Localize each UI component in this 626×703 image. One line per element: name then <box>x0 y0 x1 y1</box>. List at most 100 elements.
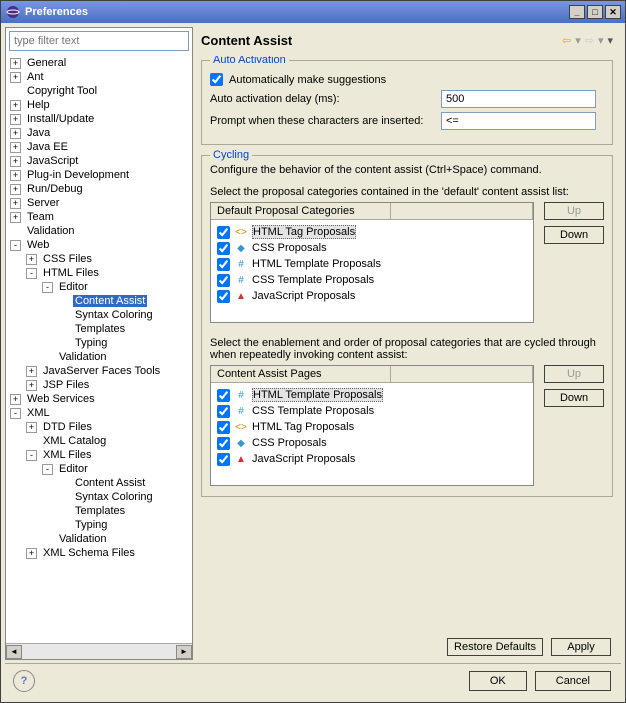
table-row[interactable]: ▲JavaScript Proposals <box>213 451 531 467</box>
collapse-icon[interactable]: - <box>10 240 21 251</box>
scroll-track[interactable] <box>22 645 176 659</box>
table-row[interactable]: #CSS Template Proposals <box>213 272 531 288</box>
tree-item[interactable]: Typing <box>6 518 192 532</box>
expand-icon[interactable]: + <box>10 156 21 167</box>
delay-input[interactable] <box>441 90 596 108</box>
tree-item[interactable]: -XML Files <box>6 448 192 462</box>
expand-icon[interactable]: + <box>26 366 37 377</box>
expand-icon[interactable]: + <box>10 142 21 153</box>
expand-icon[interactable]: + <box>10 128 21 139</box>
expand-icon[interactable]: + <box>10 58 21 69</box>
expand-icon[interactable]: + <box>26 380 37 391</box>
back-icon[interactable]: ⇦ <box>562 34 571 47</box>
table-row[interactable]: #HTML Template Proposals <box>213 256 531 272</box>
horizontal-scrollbar[interactable]: ◄ ► <box>6 643 192 659</box>
defaults-up-button[interactable]: Up <box>544 202 604 220</box>
tree-item[interactable]: +Java EE <box>6 140 192 154</box>
minimize-button[interactable]: _ <box>569 5 585 19</box>
expand-icon[interactable]: + <box>26 548 37 559</box>
proposal-checkbox[interactable] <box>217 405 230 418</box>
tree-item[interactable]: +Run/Debug <box>6 182 192 196</box>
table-row[interactable]: #CSS Template Proposals <box>213 403 531 419</box>
close-button[interactable]: ✕ <box>605 5 621 19</box>
tree-item[interactable]: +CSS Files <box>6 252 192 266</box>
tree-item[interactable]: +Ant <box>6 70 192 84</box>
expand-icon[interactable]: + <box>10 198 21 209</box>
proposal-checkbox[interactable] <box>217 226 230 239</box>
collapse-icon[interactable]: - <box>10 408 21 419</box>
cancel-button[interactable]: Cancel <box>535 671 611 691</box>
tree-item[interactable]: Typing <box>6 336 192 350</box>
tree-item[interactable]: -Web <box>6 238 192 252</box>
tree-item[interactable]: +Install/Update <box>6 112 192 126</box>
tree-item[interactable]: Validation <box>6 350 192 364</box>
tree-item[interactable]: Content Assist <box>6 476 192 490</box>
table-row[interactable]: ◆CSS Proposals <box>213 240 531 256</box>
tree-item[interactable]: +Server <box>6 196 192 210</box>
forward-menu-icon[interactable]: ▾ <box>598 34 604 47</box>
expand-icon[interactable]: + <box>10 100 21 111</box>
tree-item[interactable]: Content Assist <box>6 294 192 308</box>
proposal-checkbox[interactable] <box>217 290 230 303</box>
tree-item[interactable]: Syntax Coloring <box>6 490 192 504</box>
tree-item[interactable]: -Editor <box>6 462 192 476</box>
titlebar[interactable]: Preferences _ □ ✕ <box>1 1 625 23</box>
tree-item[interactable]: +JavaScript <box>6 154 192 168</box>
tree-item[interactable]: XML Catalog <box>6 434 192 448</box>
pages-down-button[interactable]: Down <box>544 389 604 407</box>
tree-item[interactable]: +Help <box>6 98 192 112</box>
expand-icon[interactable]: + <box>10 394 21 405</box>
tree-item[interactable]: +JSP Files <box>6 378 192 392</box>
tree-item[interactable]: Validation <box>6 224 192 238</box>
auto-suggest-checkbox[interactable] <box>210 73 223 86</box>
table-row[interactable]: #HTML Template Proposals <box>213 387 531 403</box>
tree-item[interactable]: Syntax Coloring <box>6 308 192 322</box>
collapse-icon[interactable]: - <box>26 450 37 461</box>
back-menu-icon[interactable]: ▾ <box>575 34 581 47</box>
defaults-down-button[interactable]: Down <box>544 226 604 244</box>
expand-icon[interactable]: + <box>10 114 21 125</box>
expand-icon[interactable]: + <box>10 184 21 195</box>
proposal-checkbox[interactable] <box>217 453 230 466</box>
help-icon[interactable]: ? <box>13 670 35 692</box>
tree-item[interactable]: Templates <box>6 322 192 336</box>
tree-item[interactable]: +General <box>6 56 192 70</box>
tree-item[interactable]: -HTML Files <box>6 266 192 280</box>
expand-icon[interactable]: + <box>10 72 21 83</box>
tree-item[interactable]: Copyright Tool <box>6 84 192 98</box>
expand-icon[interactable]: + <box>10 212 21 223</box>
preferences-tree[interactable]: +General+AntCopyright Tool+Help+Install/… <box>6 54 192 643</box>
forward-icon[interactable]: ⇨ <box>585 34 594 47</box>
tree-item[interactable]: +Java <box>6 126 192 140</box>
view-menu-icon[interactable]: ▾ <box>607 34 613 47</box>
pages-up-button[interactable]: Up <box>544 365 604 383</box>
ok-button[interactable]: OK <box>469 671 527 691</box>
table-row[interactable]: <>HTML Tag Proposals <box>213 419 531 435</box>
expand-icon[interactable]: + <box>26 254 37 265</box>
tree-item[interactable]: +Plug-in Development <box>6 168 192 182</box>
tree-item[interactable]: Validation <box>6 532 192 546</box>
proposal-checkbox[interactable] <box>217 437 230 450</box>
default-proposals-table[interactable]: Default Proposal Categories <>HTML Tag P… <box>210 202 534 323</box>
tree-item[interactable]: +XML Schema Files <box>6 546 192 560</box>
tree-item[interactable]: -Editor <box>6 280 192 294</box>
filter-input[interactable] <box>9 31 189 51</box>
tree-item[interactable]: Templates <box>6 504 192 518</box>
table-row[interactable]: <>HTML Tag Proposals <box>213 224 531 240</box>
prompt-input[interactable] <box>441 112 596 130</box>
table-row[interactable]: ▲JavaScript Proposals <box>213 288 531 304</box>
tree-item[interactable]: +JavaServer Faces Tools <box>6 364 192 378</box>
tree-item[interactable]: -XML <box>6 406 192 420</box>
scroll-left-button[interactable]: ◄ <box>6 645 22 659</box>
tree-item[interactable]: +DTD Files <box>6 420 192 434</box>
tree-item[interactable]: +Team <box>6 210 192 224</box>
content-assist-pages-table[interactable]: Content Assist Pages #HTML Template Prop… <box>210 365 534 486</box>
proposal-checkbox[interactable] <box>217 274 230 287</box>
expand-icon[interactable]: + <box>26 422 37 433</box>
expand-icon[interactable]: + <box>10 170 21 181</box>
proposal-checkbox[interactable] <box>217 421 230 434</box>
proposal-checkbox[interactable] <box>217 258 230 271</box>
collapse-icon[interactable]: - <box>26 268 37 279</box>
collapse-icon[interactable]: - <box>42 282 53 293</box>
collapse-icon[interactable]: - <box>42 464 53 475</box>
